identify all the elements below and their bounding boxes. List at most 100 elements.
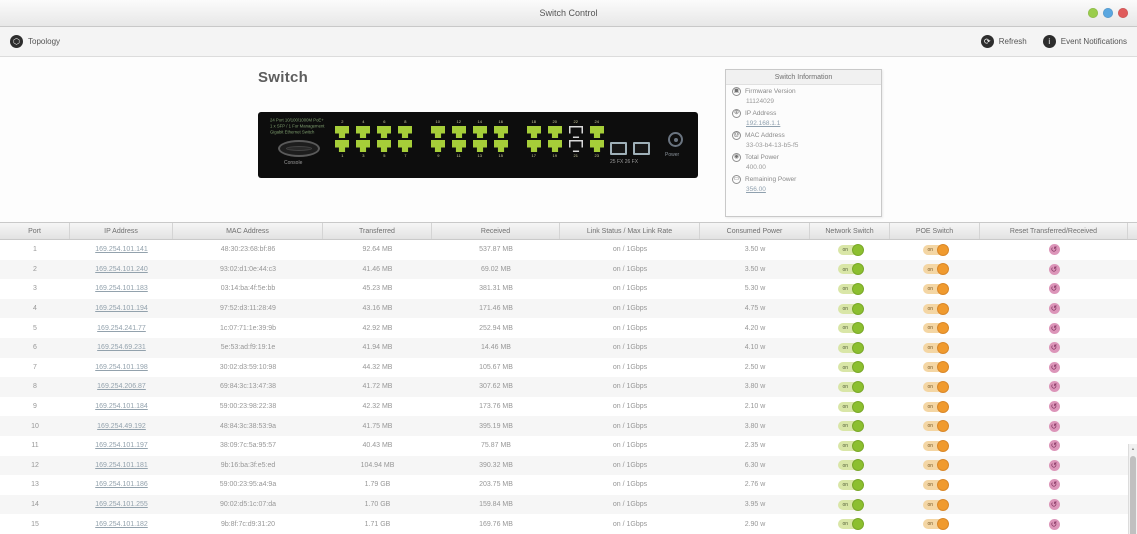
network-switch-toggle[interactable]: on — [837, 302, 864, 315]
ip-address-link[interactable]: 169.254.241.77 — [97, 325, 146, 332]
port-column: 87 — [397, 119, 413, 159]
reset-transferred-received-button[interactable]: ↺ — [1048, 518, 1060, 530]
poe-switch-toggle[interactable]: on — [922, 302, 949, 315]
reset-transferred-received-button[interactable]: ↺ — [1048, 342, 1060, 354]
ip-address-link[interactable]: 169.254.101.186 — [95, 481, 148, 488]
network-switch-toggle[interactable]: on — [837, 498, 864, 511]
reset-transferred-received-button[interactable]: ↺ — [1048, 420, 1060, 432]
reset-transferred-received-button[interactable]: ↺ — [1048, 401, 1060, 413]
poe-switch-toggle[interactable]: on — [922, 341, 949, 354]
reset-transferred-received-button[interactable]: ↺ — [1048, 303, 1060, 315]
table-row: 7 169.254.101.198 30:02:d3:59:10:98 44.32 M… — [0, 357, 1137, 378]
reset-transferred-received-button[interactable]: ↺ — [1048, 440, 1060, 452]
network-switch-toggle[interactable]: on — [837, 420, 864, 433]
cell-transferred: 1.70 GB — [364, 501, 391, 509]
ip-address-link[interactable]: 169.254.101.183 — [95, 285, 148, 292]
table-header: Port IP Address MAC Address Transferred Rece… — [0, 222, 1137, 240]
network-switch-toggle[interactable]: on — [837, 341, 864, 354]
power-label: Power — [665, 152, 680, 158]
scroll-up-arrow[interactable]: ▲ — [1129, 444, 1137, 453]
ip-address-link[interactable]: 169.254.101.182 — [95, 521, 148, 528]
poe-switch-toggle[interactable]: on — [922, 459, 949, 472]
minimize-button[interactable] — [1088, 8, 1098, 18]
ip-address-link[interactable]: 169.254.101.181 — [95, 462, 148, 469]
page-title: Switch — [258, 69, 309, 86]
poe-switch-toggle[interactable]: on — [922, 282, 949, 295]
reset-transferred-received-button[interactable]: ↺ — [1048, 361, 1060, 373]
poe-switch-toggle[interactable]: on — [922, 263, 949, 276]
poe-switch-toggle[interactable]: on — [922, 400, 949, 413]
close-button[interactable] — [1118, 8, 1128, 18]
table-row: 12 169.254.101.181 9b:16:ba:3f:e5:ed 104.94… — [0, 455, 1137, 476]
reset-transferred-received-button[interactable]: ↺ — [1048, 244, 1060, 256]
poe-switch-toggle[interactable]: on — [922, 439, 949, 452]
reset-transferred-received-button[interactable]: ↺ — [1048, 479, 1060, 491]
refresh-button[interactable]: ⟳ Refresh — [980, 35, 1027, 48]
refresh-icon: ⟳ — [980, 35, 994, 48]
network-switch-toggle[interactable]: on — [837, 459, 864, 472]
ip-address-link[interactable]: 169.254.101.240 — [95, 266, 148, 273]
rj45-port-icon — [473, 140, 487, 152]
network-switch-toggle[interactable]: on — [837, 478, 864, 491]
poe-switch-toggle[interactable]: on — [922, 420, 949, 433]
network-switch-toggle[interactable]: on — [837, 282, 864, 295]
network-switch-toggle[interactable]: on — [837, 380, 864, 393]
toggle-label: on — [842, 266, 849, 273]
ip-address-link[interactable]: 169.254.101.198 — [95, 364, 148, 371]
vertical-scrollbar[interactable]: ▲ — [1128, 444, 1137, 534]
ip-address-link[interactable]: 169.254.101.255 — [95, 501, 148, 508]
event-notifications-button[interactable]: i Event Notifications — [1042, 35, 1127, 48]
port-number-top: 12 — [456, 119, 462, 125]
network-switch-toggle[interactable]: on — [837, 243, 864, 256]
info-item-firmware-version: ▣ Firmware Version 11124029 — [726, 85, 881, 105]
port-column: 10 9 — [430, 119, 446, 159]
toggle-label: on — [842, 246, 849, 253]
cell-consumed-power: 2.50 w — [744, 363, 766, 371]
reset-transferred-received-button[interactable]: ↺ — [1048, 499, 1060, 511]
scrollbar-thumb[interactable] — [1130, 456, 1136, 534]
toggle-label: on — [927, 423, 934, 430]
poe-switch-toggle[interactable]: on — [922, 243, 949, 256]
ip-address-link[interactable]: 169.254.49.192 — [97, 423, 146, 430]
cell-mac: 5e:53:ad:f9:19:1e — [220, 344, 276, 352]
cell-link-status: on / 1Gbps — [612, 501, 648, 509]
reset-transferred-received-button[interactable]: ↺ — [1048, 263, 1060, 275]
poe-switch-toggle[interactable]: on — [922, 478, 949, 491]
rj45-port-icon — [452, 140, 466, 152]
info-item-value[interactable]: 356.00 — [746, 186, 875, 193]
network-switch-toggle[interactable]: on — [837, 263, 864, 276]
cell-reset: ↺ — [980, 377, 1128, 397]
cell-port: 7 — [33, 363, 37, 371]
reset-transferred-received-button[interactable]: ↺ — [1048, 283, 1060, 295]
topology-button[interactable]: ⬡ Topology — [10, 35, 60, 48]
info-item-value[interactable]: 192.168.1.1 — [746, 120, 875, 127]
poe-switch-toggle[interactable]: on — [922, 380, 949, 393]
ip-address-link[interactable]: 169.254.101.184 — [95, 403, 148, 410]
maximize-button[interactable] — [1103, 8, 1113, 18]
port-column: 22 21 — [568, 119, 584, 159]
cell-mac: 9b:8f:7c:d9:31:20 — [220, 520, 276, 528]
cell-transferred: 45.23 MB — [362, 285, 393, 293]
cell-network-switch: on — [810, 456, 890, 476]
ip-address-link[interactable]: 169.254.206.87 — [97, 383, 146, 390]
reset-transferred-received-button[interactable]: ↺ — [1048, 459, 1060, 471]
network-switch-toggle[interactable]: on — [837, 322, 864, 335]
poe-switch-toggle[interactable]: on — [922, 498, 949, 511]
poe-switch-toggle[interactable]: on — [922, 361, 949, 374]
ip-address-link[interactable]: 169.254.101.141 — [95, 246, 148, 253]
network-switch-toggle[interactable]: on — [837, 518, 864, 531]
toggle-knob — [936, 361, 949, 374]
network-switch-toggle[interactable]: on — [837, 400, 864, 413]
ip-address-link[interactable]: 169.254.101.194 — [95, 305, 148, 312]
poe-switch-toggle[interactable]: on — [922, 518, 949, 531]
reset-transferred-received-button[interactable]: ↺ — [1048, 322, 1060, 334]
reset-transferred-received-button[interactable]: ↺ — [1048, 381, 1060, 393]
network-switch-toggle[interactable]: on — [837, 439, 864, 452]
ip-address-link[interactable]: 169.254.101.197 — [95, 442, 148, 449]
cell-transferred: 40.43 MB — [362, 442, 393, 450]
cell-link-status: on / 1Gbps — [612, 344, 648, 352]
ip-address-link[interactable]: 169.254.69.231 — [97, 344, 146, 351]
network-switch-toggle[interactable]: on — [837, 361, 864, 374]
cell-poe-switch: on — [890, 338, 980, 358]
poe-switch-toggle[interactable]: on — [922, 322, 949, 335]
